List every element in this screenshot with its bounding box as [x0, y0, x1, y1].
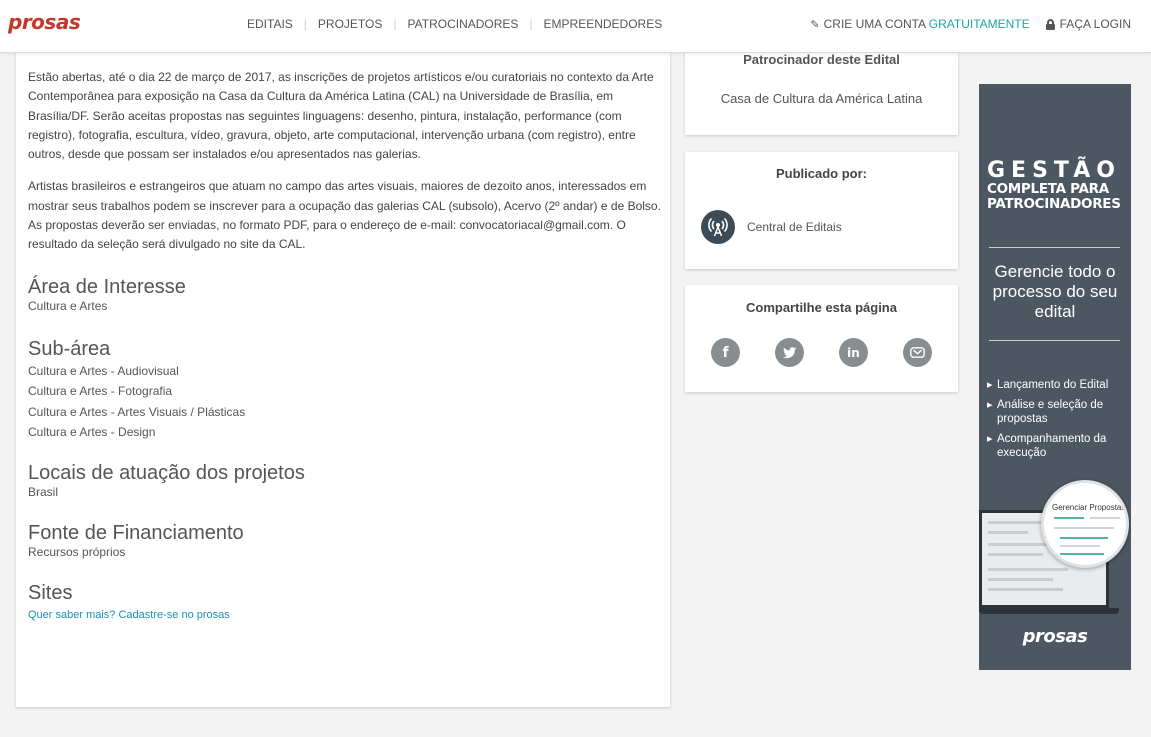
subarea-item: Cultura e Artes - Fotografia: [28, 384, 173, 399]
linkedin-icon[interactable]: in: [839, 338, 868, 367]
fonte-title: Fonte de Financiamento: [28, 521, 244, 544]
sponsor-title: Patrocinador deste Edital: [743, 52, 900, 67]
account-links: ✎ CRIE UMA CONTA GRATUITAMENTE FAÇA LOGI…: [810, 17, 1131, 31]
sites-title: Sites: [28, 581, 73, 604]
subarea-item: Cultura e Artes - Artes Visuais / Plásti…: [28, 404, 246, 419]
locais-title: Locais de atuação dos projetos: [28, 461, 305, 484]
magnifier-title: Gerenciar Propostas: [1052, 503, 1126, 512]
description-paragraph-2: Artistas brasileiros e estrangeiros que …: [28, 179, 661, 252]
lock-icon: [1045, 18, 1055, 30]
published-title: Publicado por:: [776, 166, 867, 181]
laptop-base-illustration: [979, 608, 1119, 614]
nav-separator: |: [303, 17, 307, 31]
edital-details-card: Estão abertas, até o dia 22 de março de …: [16, 46, 670, 707]
facebook-icon[interactable]: f: [711, 338, 740, 367]
sites-register-link[interactable]: Quer saber mais? Cadastre-se no prosas: [28, 609, 230, 621]
area-title: Área de Interesse: [28, 275, 186, 298]
nav-editais[interactable]: EDITAIS: [247, 17, 293, 31]
email-icon[interactable]: [903, 338, 932, 367]
pencil-icon: ✎: [810, 18, 820, 31]
promo-headline: GESTÃO: [987, 158, 1121, 183]
create-account-label: CRIE UMA CONTA: [823, 17, 926, 31]
subarea-item: Cultura e Artes - Design: [28, 425, 156, 440]
sponsor-card: Patrocinador deste Edital Casa de Cultur…: [685, 46, 958, 135]
create-account-highlight: GRATUITAMENTE: [928, 17, 1030, 31]
sponsor-name[interactable]: Casa de Cultura da América Latina: [685, 91, 958, 106]
nav-projetos[interactable]: PROJETOS: [318, 17, 382, 31]
broadcast-tower-icon: [701, 210, 735, 244]
publisher-card: Publicado por: Central de Editais: [685, 152, 958, 269]
main-nav: EDITAIS | PROJETOS | PATROCINADORES | EM…: [247, 17, 662, 31]
login-link[interactable]: FAÇA LOGIN: [1060, 17, 1131, 31]
share-buttons: f in: [711, 338, 932, 367]
prosas-logo[interactable]: prosas: [8, 10, 81, 34]
share-card: Compartilhe esta página f in: [685, 285, 958, 392]
publisher-name: Central de Editais: [747, 220, 842, 234]
locais-value: Brasil: [28, 484, 59, 499]
promo-tagline: Gerencie todo o processo do seu edital: [992, 262, 1118, 321]
subarea-section: Sub-área Cultura e Artes - Audiovisual C…: [28, 337, 670, 443]
magnifier-illustration: Gerenciar Propostas: [1041, 480, 1129, 568]
create-account-link[interactable]: CRIE UMA CONTA GRATUITAMENTE: [824, 17, 1030, 31]
share-title: Compartilhe esta página: [746, 300, 897, 315]
area-section: Área de Interesse Cultura e Artes: [28, 275, 670, 314]
promo-feature-list: Lançamento do Edital Análise e seleção d…: [987, 378, 1129, 466]
nav-patrocinadores[interactable]: PATROCINADORES: [408, 17, 519, 31]
promo-divider: [989, 247, 1120, 248]
locais-section: Locais de atuação dos projetos Brasil: [28, 461, 670, 500]
nav-separator: |: [529, 17, 533, 31]
promo-prosas-logo: prosas: [1022, 626, 1088, 647]
promo-feature-item: Lançamento do Edital: [987, 378, 1129, 392]
nav-separator: |: [393, 17, 397, 31]
sites-section: Sites Quer saber mais? Cadastre-se no pr…: [28, 581, 670, 624]
promo-feature-item: Análise e seleção de propostas: [987, 398, 1129, 426]
nav-empreendedores[interactable]: EMPREENDEDORES: [544, 17, 663, 31]
fonte-section: Fonte de Financiamento Recursos próprios: [28, 521, 670, 560]
subarea-title: Sub-área: [28, 337, 111, 360]
top-navigation-bar: prosas EDITAIS | PROJETOS | PATROCINADOR…: [0, 0, 1151, 53]
promo-banner[interactable]: GESTÃO COMPLETA PARA PATROCINADORES Gere…: [979, 84, 1131, 670]
publisher-row[interactable]: Central de Editais: [701, 210, 842, 244]
twitter-icon[interactable]: [775, 338, 804, 367]
promo-feature-item: Acompanhamento da execução: [987, 432, 1129, 460]
promo-divider: [989, 340, 1120, 341]
subarea-item: Cultura e Artes - Audiovisual: [28, 363, 179, 378]
description-paragraph-1: Estão abertas, até o dia 22 de março de …: [28, 70, 654, 162]
promo-headline-sub: COMPLETA PARA PATROCINADORES: [987, 181, 1121, 212]
fonte-value: Recursos próprios: [28, 544, 126, 559]
area-value: Cultura e Artes: [28, 298, 108, 313]
